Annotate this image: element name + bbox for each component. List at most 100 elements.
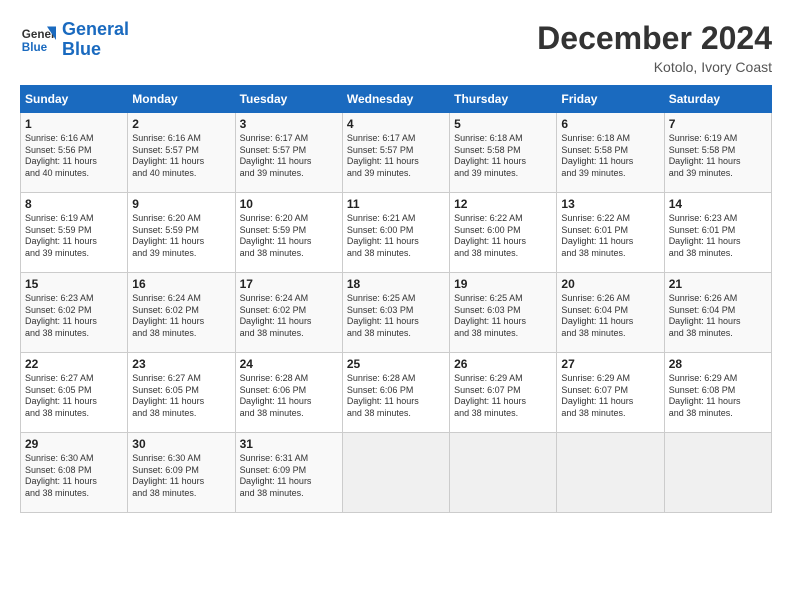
calendar-cell: 14 Sunrise: 6:23 AM Sunset: 6:01 PM Dayli…	[664, 193, 771, 273]
calendar-cell: 28 Sunrise: 6:29 AM Sunset: 6:08 PM Dayli…	[664, 353, 771, 433]
calendar-cell: 18Sunrise: 6:25 AM Sunset: 6:03 PM Dayli…	[342, 273, 449, 353]
day-number: 16	[132, 277, 230, 291]
day-number: 9	[132, 197, 230, 211]
calendar-cell: 1 Sunrise: 6:16 AM Sunset: 5:56 PM Daylig…	[21, 113, 128, 193]
calendar-cell: 6 Sunrise: 6:18 AM Sunset: 5:58 PM Daylig…	[557, 113, 664, 193]
logo: General Blue GeneralBlue	[20, 20, 129, 60]
day-number: 6	[561, 117, 659, 131]
calendar-cell: 17 Sunrise: 6:24 AM Sunset: 6:02 PM Dayli…	[235, 273, 342, 353]
weekday-header-monday: Monday	[128, 86, 235, 113]
day-info: Sunrise: 6:24 AM Sunset: 6:02 PM Dayligh…	[132, 293, 230, 340]
calendar-cell	[664, 433, 771, 513]
day-number: 26	[454, 357, 552, 371]
day-number: 1	[25, 117, 123, 131]
day-number: 29	[25, 437, 123, 451]
calendar-cell: 16 Sunrise: 6:24 AM Sunset: 6:02 PM Dayli…	[128, 273, 235, 353]
calendar-cell	[450, 433, 557, 513]
day-number: 24	[240, 357, 338, 371]
calendar-cell: 3 Sunrise: 6:17 AM Sunset: 5:57 PM Daylig…	[235, 113, 342, 193]
day-info: Sunrise: 6:29 AM Sunset: 6:07 PM Dayligh…	[454, 373, 552, 420]
day-number: 7	[669, 117, 767, 131]
calendar-cell: 9Sunrise: 6:20 AM Sunset: 5:59 PM Daylig…	[128, 193, 235, 273]
day-number: 5	[454, 117, 552, 131]
day-number: 28	[669, 357, 767, 371]
day-info: Sunrise: 6:24 AM Sunset: 6:02 PM Dayligh…	[240, 293, 338, 340]
day-info: Sunrise: 6:26 AM Sunset: 6:04 PM Dayligh…	[561, 293, 659, 340]
calendar-cell: 11Sunrise: 6:21 AM Sunset: 6:00 PM Dayli…	[342, 193, 449, 273]
day-info: Sunrise: 6:23 AM Sunset: 6:02 PM Dayligh…	[25, 293, 123, 340]
calendar-cell: 21Sunrise: 6:26 AM Sunset: 6:04 PM Dayli…	[664, 273, 771, 353]
day-info: Sunrise: 6:19 AM Sunset: 5:59 PM Dayligh…	[25, 213, 123, 260]
day-number: 22	[25, 357, 123, 371]
day-info: Sunrise: 6:23 AM Sunset: 6:01 PM Dayligh…	[669, 213, 767, 260]
day-info: Sunrise: 6:16 AM Sunset: 5:57 PM Dayligh…	[132, 133, 230, 180]
calendar-cell: 8 Sunrise: 6:19 AM Sunset: 5:59 PM Daylig…	[21, 193, 128, 273]
calendar-cell: 31 Sunrise: 6:31 AM Sunset: 6:09 PM Dayli…	[235, 433, 342, 513]
day-info: Sunrise: 6:18 AM Sunset: 5:58 PM Dayligh…	[454, 133, 552, 180]
day-number: 31	[240, 437, 338, 451]
calendar-cell	[557, 433, 664, 513]
day-number: 14	[669, 197, 767, 211]
day-number: 30	[132, 437, 230, 451]
day-info: Sunrise: 6:17 AM Sunset: 5:57 PM Dayligh…	[240, 133, 338, 180]
calendar-cell: 27 Sunrise: 6:29 AM Sunset: 6:07 PM Dayli…	[557, 353, 664, 433]
calendar-cell	[342, 433, 449, 513]
day-number: 4	[347, 117, 445, 131]
day-number: 18	[347, 277, 445, 291]
weekday-header-friday: Friday	[557, 86, 664, 113]
calendar-cell: 12Sunrise: 6:22 AM Sunset: 6:00 PM Dayli…	[450, 193, 557, 273]
day-info: Sunrise: 6:25 AM Sunset: 6:03 PM Dayligh…	[454, 293, 552, 340]
calendar-cell: 20Sunrise: 6:26 AM Sunset: 6:04 PM Dayli…	[557, 273, 664, 353]
calendar-cell: 26 Sunrise: 6:29 AM Sunset: 6:07 PM Dayli…	[450, 353, 557, 433]
calendar-week-row: 15Sunrise: 6:23 AM Sunset: 6:02 PM Dayli…	[21, 273, 772, 353]
day-number: 25	[347, 357, 445, 371]
day-number: 8	[25, 197, 123, 211]
day-info: Sunrise: 6:20 AM Sunset: 5:59 PM Dayligh…	[240, 213, 338, 260]
day-info: Sunrise: 6:29 AM Sunset: 6:08 PM Dayligh…	[669, 373, 767, 420]
title-block: December 2024 Kotolo, Ivory Coast	[537, 20, 772, 75]
day-info: Sunrise: 6:30 AM Sunset: 6:09 PM Dayligh…	[132, 453, 230, 500]
day-info: Sunrise: 6:28 AM Sunset: 6:06 PM Dayligh…	[347, 373, 445, 420]
logo-text: GeneralBlue	[62, 20, 129, 60]
day-info: Sunrise: 6:27 AM Sunset: 6:05 PM Dayligh…	[132, 373, 230, 420]
day-number: 3	[240, 117, 338, 131]
day-number: 12	[454, 197, 552, 211]
day-number: 2	[132, 117, 230, 131]
day-info: Sunrise: 6:18 AM Sunset: 5:58 PM Dayligh…	[561, 133, 659, 180]
day-number: 23	[132, 357, 230, 371]
day-number: 11	[347, 197, 445, 211]
calendar-week-row: 29 Sunrise: 6:30 AM Sunset: 6:08 PM Dayli…	[21, 433, 772, 513]
day-info: Sunrise: 6:29 AM Sunset: 6:07 PM Dayligh…	[561, 373, 659, 420]
day-number: 21	[669, 277, 767, 291]
calendar-cell: 4 Sunrise: 6:17 AM Sunset: 5:57 PM Daylig…	[342, 113, 449, 193]
day-number: 17	[240, 277, 338, 291]
day-number: 27	[561, 357, 659, 371]
calendar-cell: 29 Sunrise: 6:30 AM Sunset: 6:08 PM Dayli…	[21, 433, 128, 513]
day-number: 10	[240, 197, 338, 211]
calendar-cell: 23 Sunrise: 6:27 AM Sunset: 6:05 PM Dayli…	[128, 353, 235, 433]
location-subtitle: Kotolo, Ivory Coast	[537, 59, 772, 75]
calendar-cell: 2 Sunrise: 6:16 AM Sunset: 5:57 PM Daylig…	[128, 113, 235, 193]
calendar-cell: 5 Sunrise: 6:18 AM Sunset: 5:58 PM Daylig…	[450, 113, 557, 193]
calendar-table: SundayMondayTuesdayWednesdayThursdayFrid…	[20, 85, 772, 513]
calendar-cell: 10 Sunrise: 6:20 AM Sunset: 5:59 PM Dayli…	[235, 193, 342, 273]
day-number: 19	[454, 277, 552, 291]
logo-icon: General Blue	[20, 22, 56, 58]
day-info: Sunrise: 6:27 AM Sunset: 6:05 PM Dayligh…	[25, 373, 123, 420]
weekday-header-thursday: Thursday	[450, 86, 557, 113]
day-info: Sunrise: 6:30 AM Sunset: 6:08 PM Dayligh…	[25, 453, 123, 500]
calendar-cell: 7 Sunrise: 6:19 AM Sunset: 5:58 PM Daylig…	[664, 113, 771, 193]
weekday-header-wednesday: Wednesday	[342, 86, 449, 113]
day-info: Sunrise: 6:17 AM Sunset: 5:57 PM Dayligh…	[347, 133, 445, 180]
month-title: December 2024	[537, 20, 772, 57]
calendar-cell: 15Sunrise: 6:23 AM Sunset: 6:02 PM Dayli…	[21, 273, 128, 353]
calendar-week-row: 8 Sunrise: 6:19 AM Sunset: 5:59 PM Daylig…	[21, 193, 772, 273]
weekday-header-saturday: Saturday	[664, 86, 771, 113]
day-info: Sunrise: 6:31 AM Sunset: 6:09 PM Dayligh…	[240, 453, 338, 500]
day-number: 13	[561, 197, 659, 211]
calendar-week-row: 22 Sunrise: 6:27 AM Sunset: 6:05 PM Dayli…	[21, 353, 772, 433]
calendar-cell: 25 Sunrise: 6:28 AM Sunset: 6:06 PM Dayli…	[342, 353, 449, 433]
calendar-cell: 22 Sunrise: 6:27 AM Sunset: 6:05 PM Dayli…	[21, 353, 128, 433]
day-info: Sunrise: 6:16 AM Sunset: 5:56 PM Dayligh…	[25, 133, 123, 180]
day-info: Sunrise: 6:19 AM Sunset: 5:58 PM Dayligh…	[669, 133, 767, 180]
